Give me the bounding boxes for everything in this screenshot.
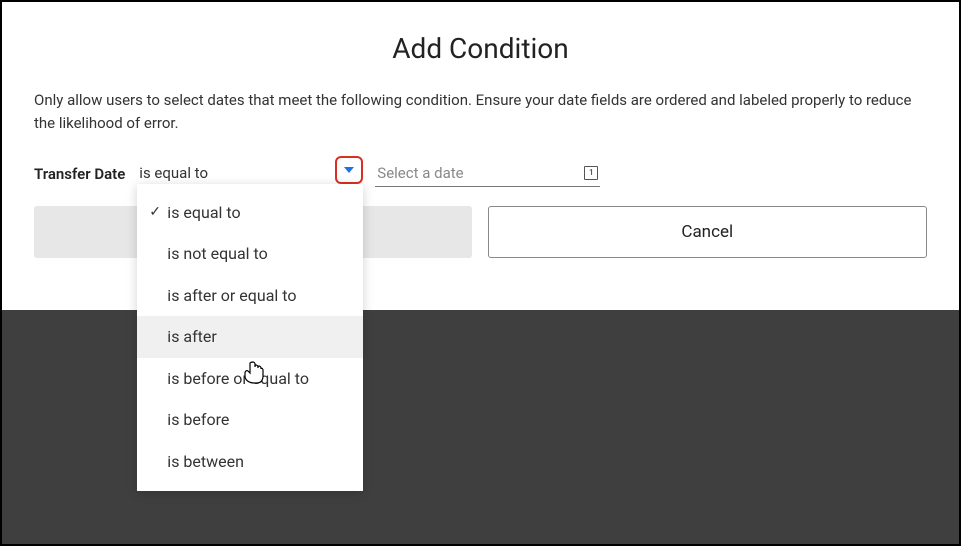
operator-option-label: is not equal to <box>167 243 353 265</box>
operator-option-label: is after <box>167 326 353 348</box>
modal-container: Add Condition Only allow users to select… <box>2 2 959 258</box>
date-placeholder: Select a date <box>377 164 584 182</box>
cancel-button[interactable]: Cancel <box>488 206 928 258</box>
operator-option-label: is equal to <box>167 202 353 224</box>
operator-option[interactable]: is before <box>137 399 363 441</box>
operator-selected-text: is equal to <box>139 164 208 182</box>
operator-option-label: is after or equal to <box>167 285 353 307</box>
calendar-icon[interactable]: 1 <box>584 166 598 180</box>
operator-option[interactable]: is between <box>137 441 363 483</box>
field-label: Transfer Date <box>34 165 125 183</box>
date-input[interactable]: Select a date 1 <box>375 160 600 187</box>
operator-dropdown: ✓is equal to is not equal to is after or e… <box>137 184 363 491</box>
modal-title: Add Condition <box>34 32 927 65</box>
check-icon: ✓ <box>149 203 167 222</box>
operator-option[interactable]: ✓is equal to <box>137 192 363 234</box>
modal-description: Only allow users to select dates that me… <box>34 89 927 136</box>
operator-option[interactable]: is before or equal to <box>137 358 363 400</box>
operator-select[interactable]: is equal to ✓is equal tois not equal toi… <box>137 160 363 188</box>
operator-option-label: is before <box>167 409 353 431</box>
operator-option[interactable]: is after or equal to <box>137 275 363 317</box>
operator-option[interactable]: is after <box>137 316 363 358</box>
condition-row: Transfer Date is equal to ✓is equal tois… <box>34 160 927 188</box>
operator-option-label: is before or equal to <box>167 368 353 390</box>
operator-option[interactable]: is not equal to <box>137 233 363 275</box>
operator-option-label: is between <box>167 451 353 473</box>
